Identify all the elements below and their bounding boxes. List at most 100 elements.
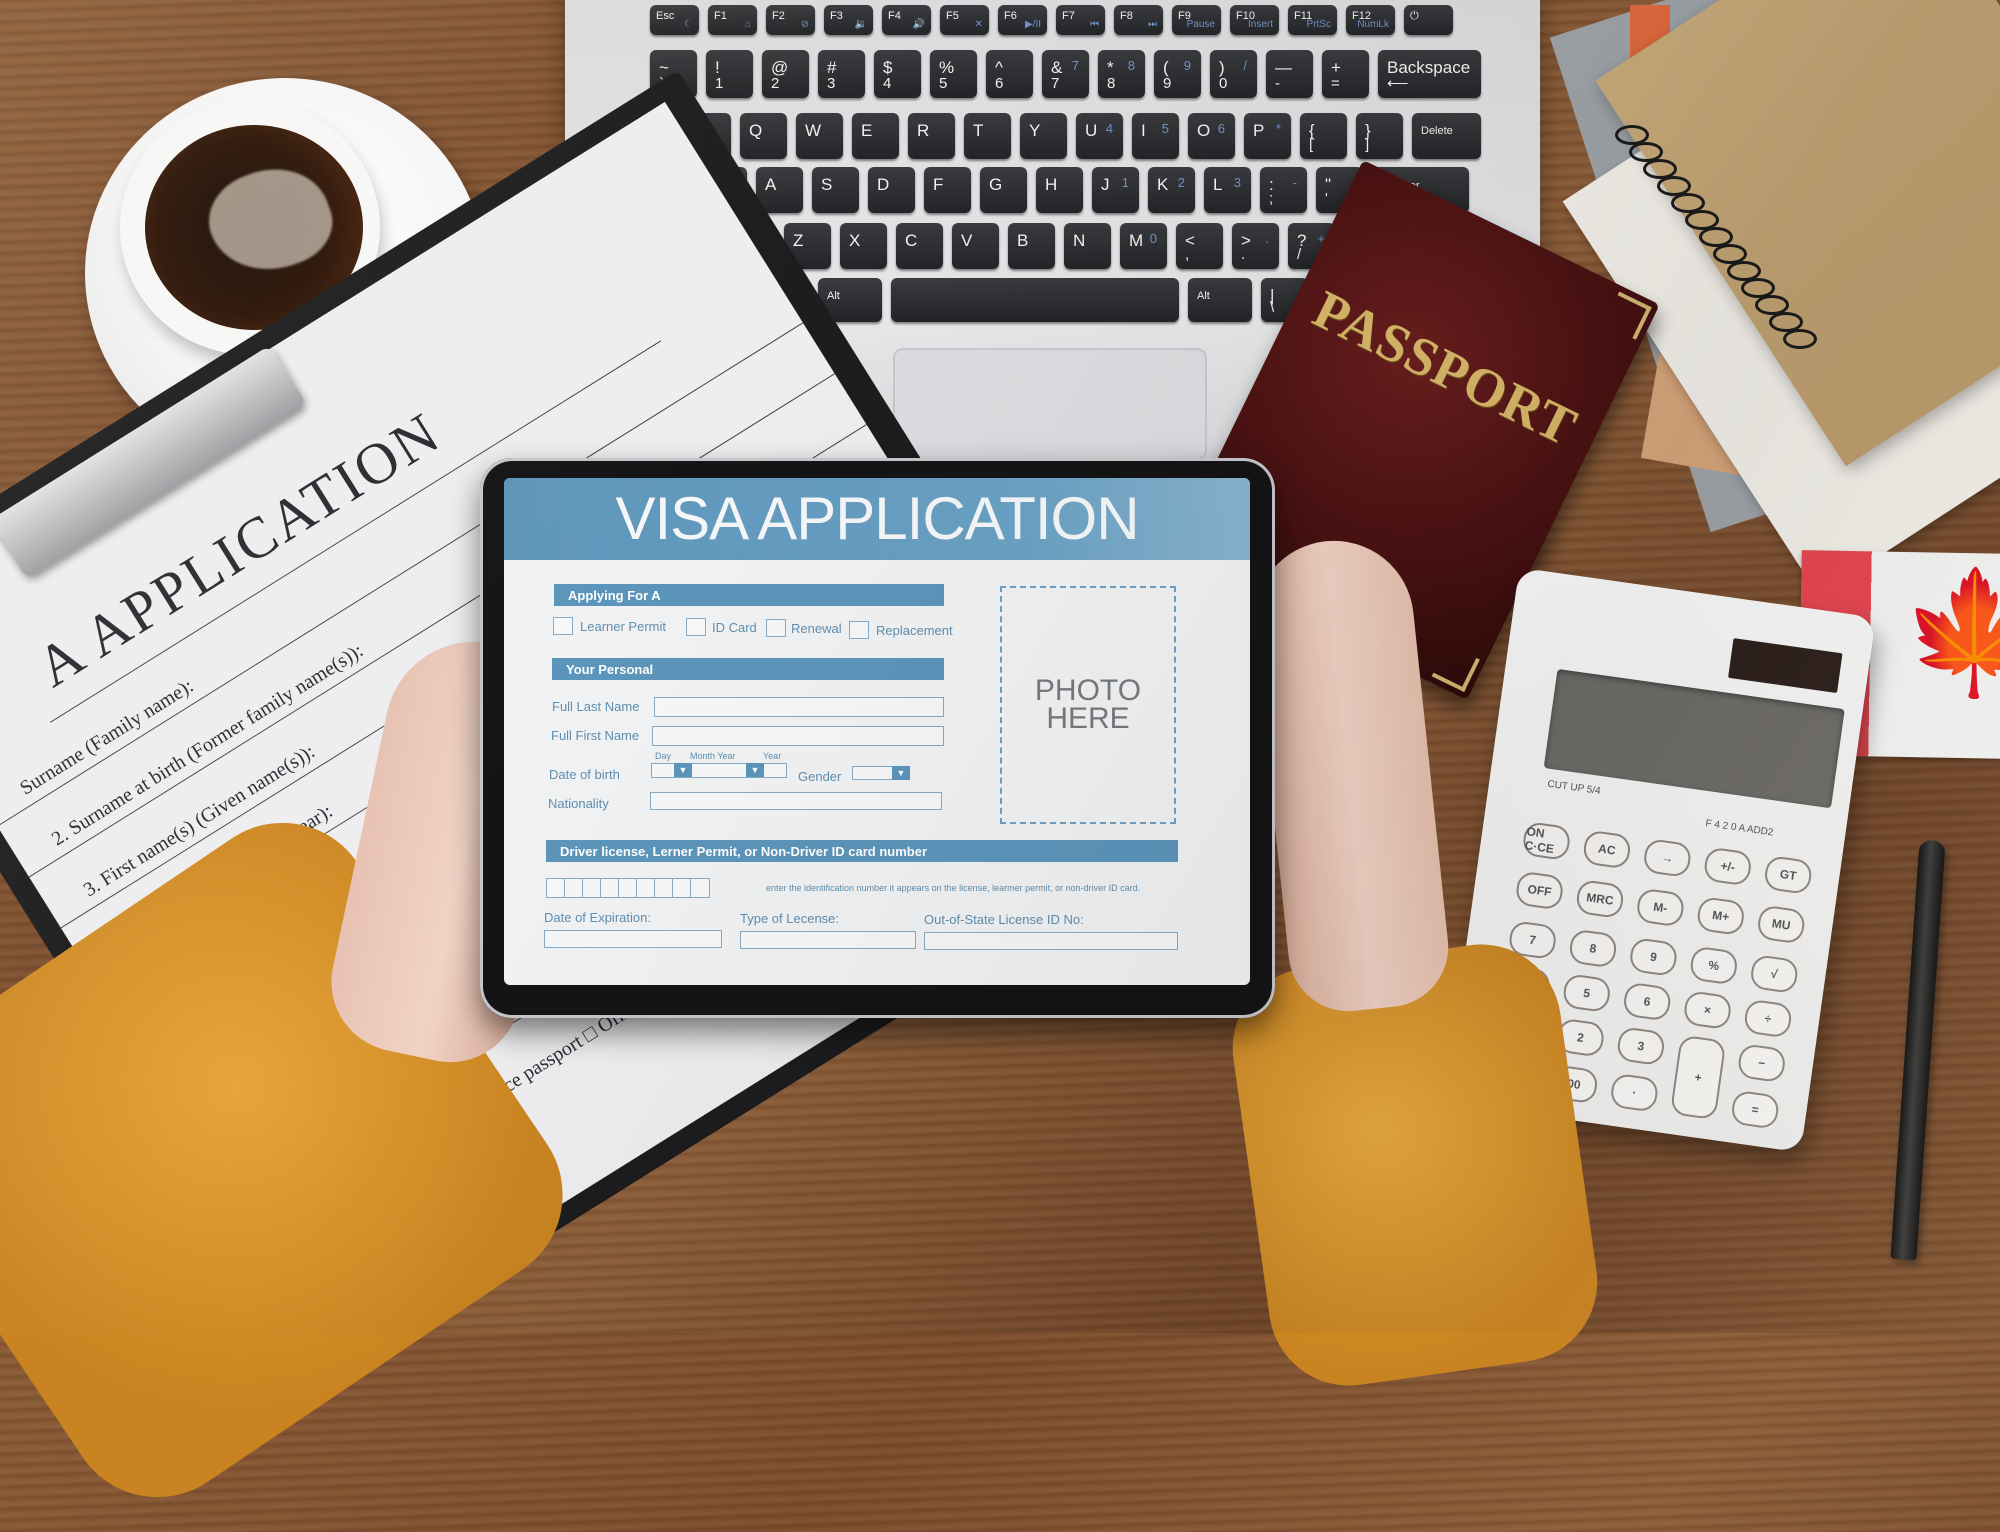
checkbox-replacement[interactable] [849, 621, 869, 639]
nationality-input[interactable] [650, 792, 942, 810]
calculator-key: M- [1635, 887, 1686, 928]
id-digit-cell[interactable] [600, 878, 620, 898]
key-label: D [877, 175, 890, 194]
right-sleeve [1222, 934, 1608, 1396]
key-label: Alt [827, 290, 840, 302]
key-label: F1 [714, 10, 727, 22]
key: F2 ⊘ [766, 5, 815, 35]
key-sub-label: . [1241, 246, 1246, 263]
calculator-key: → [1642, 837, 1693, 879]
date-of-birth-label: Date of birth [549, 767, 620, 782]
key: <, [1176, 223, 1223, 269]
key-label: ⏻ [1410, 10, 1419, 22]
gender-dropdown[interactable]: ▼ [892, 766, 910, 780]
gender-label: Gender [798, 769, 842, 784]
calculator-key: 9 [1628, 936, 1679, 978]
key-sub-label: ] [1365, 136, 1370, 153]
key: ! 1 [706, 50, 753, 98]
key: )/0 [1210, 50, 1257, 98]
full-last-name-input[interactable] [654, 697, 944, 717]
key-label: F8 [1120, 10, 1133, 22]
key-alt-label: . [1265, 231, 1269, 246]
key-label: L [1213, 175, 1223, 194]
key-label: N [1073, 231, 1086, 250]
key: V [952, 223, 999, 269]
id-digit-cell[interactable] [654, 878, 674, 898]
key-label: F [933, 175, 944, 194]
chevron-down-icon: ▼ [896, 768, 906, 778]
key-sub-label: 1 [715, 75, 724, 92]
key-sub-label: 8 [1107, 75, 1116, 92]
id-digit-cell[interactable] [546, 878, 566, 898]
key: G [980, 167, 1027, 213]
key-label: I [1141, 121, 1146, 140]
maple-leaf-icon: 🍁 [1899, 564, 2000, 702]
key: F6 ▶/II [998, 5, 1047, 35]
id-digit-cell[interactable] [618, 878, 638, 898]
photo-upload-area[interactable]: PHOTO HERE [1000, 586, 1176, 824]
id-digit-cell[interactable] [690, 878, 710, 898]
form-title: VISA APPLICATION [504, 478, 1250, 560]
key-sub-label: 6 [995, 75, 1004, 92]
calculator-key: 6 [1622, 981, 1673, 1022]
calculator-key: +/- [1702, 846, 1753, 887]
id-digit-cell[interactable] [672, 878, 692, 898]
key: F9 Pause [1172, 5, 1221, 35]
calculator-key: GT [1763, 854, 1814, 896]
calculator-key: = [1730, 1089, 1781, 1130]
key: {[ [1300, 113, 1347, 159]
key: S [812, 167, 859, 213]
expiration-label: Date of Expiration: [544, 910, 651, 925]
dob-year-label: Year [763, 751, 782, 761]
key-alt-label: Insert [1247, 19, 1273, 30]
key: K2 [1148, 167, 1195, 213]
key: F5 ✕ [940, 5, 989, 35]
checkbox-renewal[interactable] [766, 619, 786, 637]
id-digit-cell[interactable] [636, 878, 656, 898]
key-alt-label: 🔉 [854, 19, 867, 30]
full-first-name-label: Full First Name [551, 728, 640, 743]
license-type-input[interactable] [740, 931, 916, 949]
key: R [908, 113, 955, 159]
checkbox-learner-permit[interactable] [553, 617, 573, 635]
key: Backspace ⟵ [1378, 50, 1481, 98]
passport-corner [1431, 643, 1480, 693]
key-alt-label: ▶/II [1024, 19, 1041, 30]
calculator-key: ÷ [1742, 998, 1794, 1039]
calculator-key: 3 [1615, 1026, 1667, 1067]
calculator-key: M+ [1695, 895, 1746, 937]
key: >.. [1232, 223, 1279, 269]
key-alt-label: 🔊 [912, 19, 925, 30]
tablet-screen: VISA APPLICATION Applying For A Learner … [504, 478, 1250, 985]
key-label: Alt [1197, 290, 1210, 302]
key-sub-label: 0 [1219, 75, 1228, 92]
full-first-name-input[interactable] [652, 726, 944, 746]
expiration-input[interactable] [544, 930, 722, 948]
key: W [796, 113, 843, 159]
key-label: B [1017, 231, 1029, 250]
option-label: Renewal [791, 621, 842, 636]
calculator-key: 8 [1567, 928, 1619, 969]
dob-day-dropdown[interactable]: ▼ [674, 763, 692, 777]
id-digit-cell[interactable] [582, 878, 602, 898]
key-alt-label: 8 [1127, 58, 1135, 73]
key-label: Z [793, 231, 804, 250]
key: P * [1244, 113, 1291, 159]
id-digit-cell[interactable] [564, 878, 584, 898]
key: H [1036, 167, 1083, 213]
key-label: A [765, 175, 777, 194]
key-alt-label: 6 [1217, 121, 1225, 136]
dob-fields [651, 763, 787, 778]
key-sub-label: ; [1269, 190, 1274, 207]
key: & 7 7 [1042, 50, 1089, 98]
key-label: X [849, 231, 861, 250]
out-of-state-input[interactable] [924, 932, 1178, 950]
dob-month-dropdown[interactable]: ▼ [746, 763, 764, 777]
checkbox-id-card[interactable] [686, 618, 706, 636]
key-label: F3 [830, 10, 843, 22]
key: F1 ⌂ [708, 5, 757, 35]
key-alt-label: NumLk [1357, 19, 1389, 30]
key-label: Delete [1421, 125, 1453, 137]
key-label: Esc [656, 10, 675, 22]
key-alt-label: 5 [1161, 121, 1169, 136]
